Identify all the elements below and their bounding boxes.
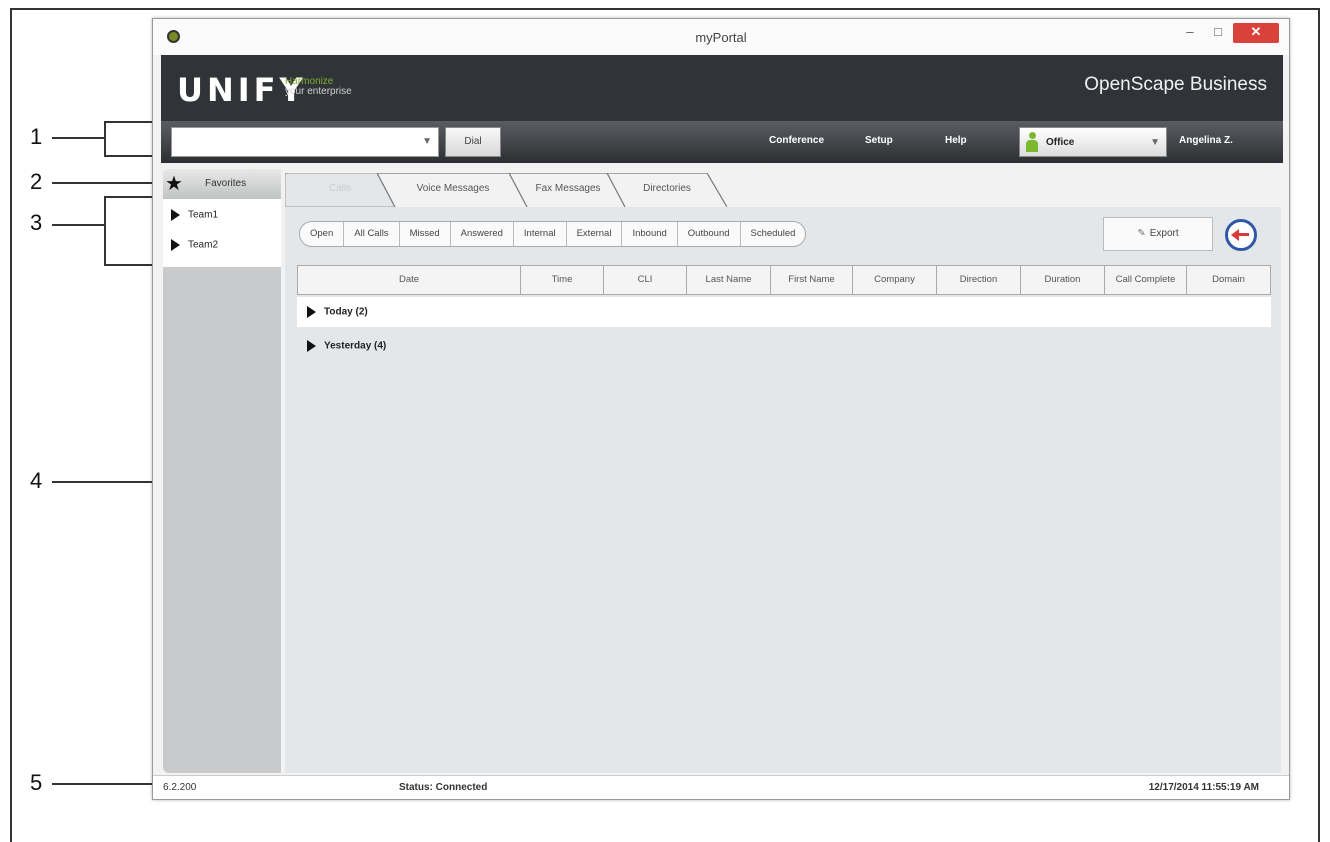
expand-arrow-icon[interactable]	[307, 340, 316, 352]
tab-calls-label: Calls	[328, 183, 352, 194]
favorites-header[interactable]: ★ Favorites	[163, 169, 281, 199]
team-label: Team1	[188, 209, 219, 221]
filter-internal[interactable]: Internal	[514, 222, 567, 246]
group-label: Yesterday (4)	[307, 340, 386, 352]
dial-number-combobox[interactable]: ▼	[171, 127, 439, 157]
menu-setup[interactable]: Setup	[865, 135, 893, 146]
team-item[interactable]: Team2	[171, 239, 218, 257]
callout-line-3	[52, 224, 106, 226]
filter-missed[interactable]: Missed	[400, 222, 451, 246]
tagline-line-2: your enterprise	[285, 86, 352, 97]
expand-arrow-icon[interactable]	[171, 209, 180, 221]
status-bar: 6.2.200 Status: Connected 12/17/2014 11:…	[153, 775, 1289, 799]
tab-strip: Calls Voice Messages Fax Messages Direct…	[285, 169, 1281, 207]
journal-panel: Calls Voice Messages Fax Messages Direct…	[285, 169, 1281, 773]
column-duration[interactable]: Duration	[1021, 266, 1105, 294]
callout-number-3: 3	[30, 210, 43, 235]
call-filter-bar: Open All Calls Missed Answered Internal …	[299, 221, 807, 247]
expand-arrow-icon[interactable]	[171, 239, 180, 251]
page-frame-top	[10, 8, 1320, 10]
menu-conference[interactable]: Conference	[769, 135, 824, 146]
brand-tagline: Harmonize your enterprise	[285, 77, 352, 97]
logout-icon[interactable]	[1225, 219, 1257, 251]
filter-open[interactable]: Open	[300, 222, 345, 246]
filter-outbound[interactable]: Outbound	[678, 222, 741, 246]
app-window: myPortal – □ ✕ UNIFY Harmonize your ente…	[152, 18, 1290, 800]
product-name: OpenScape Business	[1084, 74, 1267, 95]
callout-number-1: 1	[30, 124, 43, 149]
page-frame-left	[10, 8, 12, 842]
team-label: Team2	[188, 239, 219, 251]
column-call-complete[interactable]: Call Complete	[1105, 266, 1187, 294]
connection-status: Status: Connected	[399, 782, 488, 793]
callout-number-4: 4	[30, 468, 43, 493]
chevron-down-icon[interactable]: ▼	[1150, 137, 1160, 148]
person-status-icon	[1026, 132, 1038, 152]
export-label: Export	[1149, 228, 1179, 239]
filter-external[interactable]: External	[567, 222, 623, 246]
menu-help[interactable]: Help	[945, 135, 967, 146]
brand-header: UNIFY Harmonize your enterprise OpenScap…	[161, 55, 1283, 121]
document-page: 1 2 3 4 5 myPortal – □ ✕ UNIFY Harmonize…	[0, 0, 1330, 842]
export-icon: ✎	[1137, 228, 1146, 239]
user-name-menu[interactable]: Angelina Z.	[1179, 135, 1233, 146]
tab-directories[interactable]: Directories	[607, 173, 727, 207]
window-title: myPortal	[695, 30, 747, 45]
favorites-sidebar: ★ Favorites Team1 Team2	[163, 169, 281, 773]
close-button[interactable]: ✕	[1233, 23, 1279, 43]
tab-fax-messages-label: Fax Messages	[535, 183, 601, 194]
group-row-today[interactable]: Today (2)	[297, 297, 1271, 327]
team-list: Team1 Team2	[163, 199, 281, 267]
chevron-down-icon[interactable]: ▼	[422, 136, 432, 147]
star-icon: ★	[165, 173, 183, 195]
tab-voice-messages[interactable]: Voice Messages	[377, 173, 529, 207]
callout-number-2: 2	[30, 169, 43, 194]
filter-inbound[interactable]: Inbound	[622, 222, 678, 246]
minimize-button[interactable]: –	[1179, 23, 1201, 43]
dial-button[interactable]: Dial	[445, 127, 501, 157]
favorites-label: Favorites	[205, 178, 247, 189]
column-time[interactable]: Time	[521, 266, 604, 294]
dial-number-input[interactable]	[172, 128, 412, 156]
callout-line-5	[52, 783, 160, 785]
main-toolbar: ▼ Dial Conference Setup Help Office ▼ An…	[161, 121, 1283, 163]
version-label: 6.2.200	[163, 782, 197, 793]
filter-all-calls[interactable]: All Calls	[344, 222, 400, 246]
filter-scheduled[interactable]: Scheduled	[741, 222, 806, 246]
column-company[interactable]: Company	[853, 266, 937, 294]
column-last-name[interactable]: Last Name	[687, 266, 771, 294]
column-cli[interactable]: CLI	[604, 266, 687, 294]
column-date[interactable]: Date	[298, 266, 521, 294]
journal-table-header: Date Time CLI Last Name First Name Compa…	[297, 265, 1271, 295]
window-titlebar[interactable]: myPortal – □ ✕	[153, 19, 1289, 55]
maximize-button[interactable]: □	[1207, 23, 1229, 43]
export-button[interactable]: ✎ Export	[1103, 217, 1213, 251]
tab-directories-label: Directories	[643, 183, 691, 194]
callout-number-5: 5	[30, 770, 43, 795]
column-first-name[interactable]: First Name	[771, 266, 853, 294]
group-row-yesterday[interactable]: Yesterday (4)	[297, 331, 1271, 361]
filter-answered[interactable]: Answered	[451, 222, 514, 246]
callout-line-1	[52, 137, 106, 139]
page-frame-right	[1318, 8, 1320, 842]
group-title: Today (2)	[324, 306, 368, 318]
tab-voice-messages-label: Voice Messages	[416, 183, 490, 194]
expand-arrow-icon[interactable]	[307, 306, 316, 318]
presence-status-label: Office	[1046, 137, 1075, 148]
column-direction[interactable]: Direction	[937, 266, 1021, 294]
group-label: Today (2)	[307, 306, 368, 318]
column-domain[interactable]: Domain	[1187, 266, 1270, 294]
group-title: Yesterday (4)	[324, 340, 387, 352]
status-datetime: 12/17/2014 11:55:19 AM	[1148, 782, 1259, 793]
team-item[interactable]: Team1	[171, 209, 218, 227]
presence-status-select[interactable]: Office ▼	[1019, 127, 1167, 157]
